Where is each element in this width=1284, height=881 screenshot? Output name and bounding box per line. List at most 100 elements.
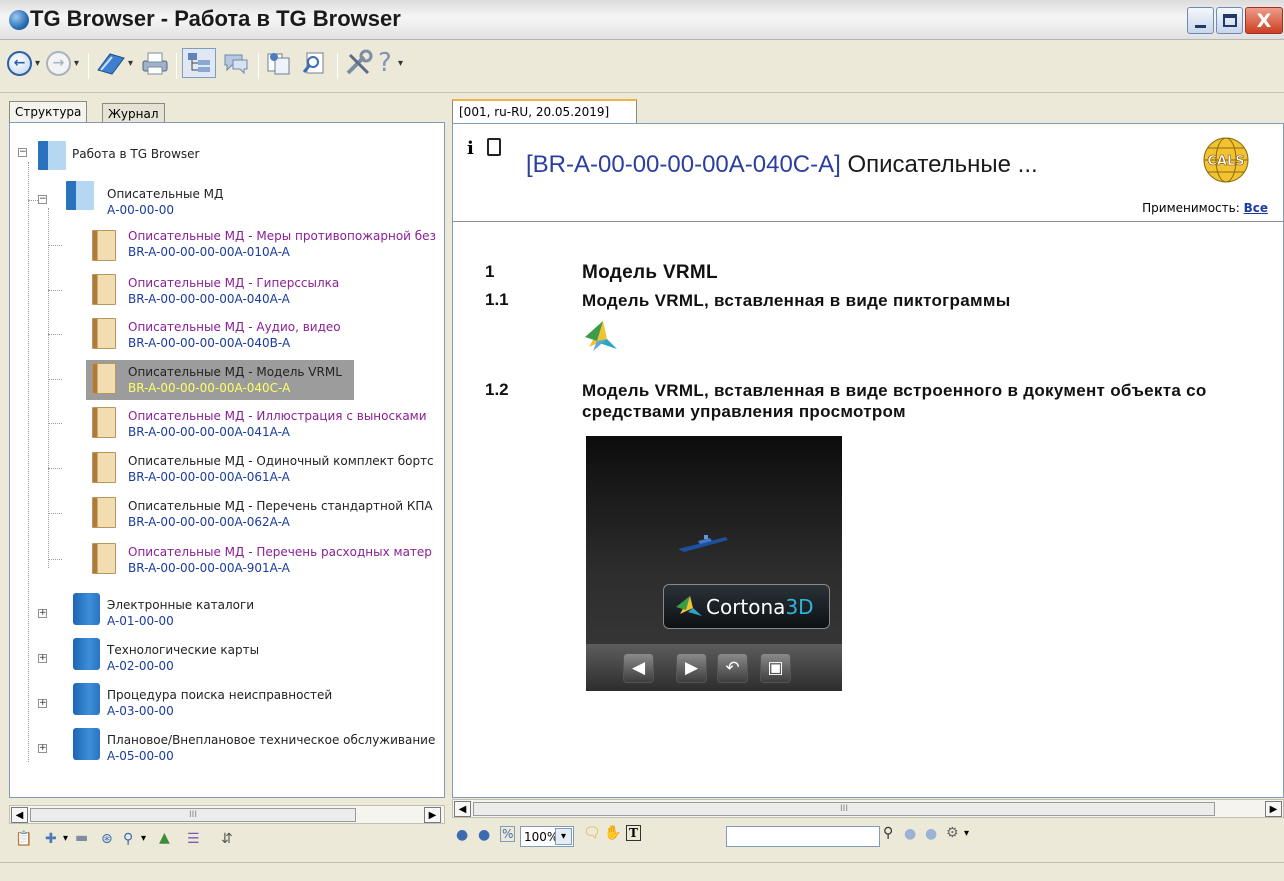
bookmark-dropdown[interactable]: ▾ [128, 48, 133, 78]
settings-button[interactable] [344, 48, 374, 78]
document-tab[interactable]: [001, ru-RU, 20.05.2019] [452, 99, 637, 123]
filter-icon[interactable]: ☰ [187, 831, 200, 847]
zoom-value: 100% [524, 830, 559, 844]
collapse-toggle[interactable]: − [18, 148, 27, 157]
tree-item-label[interactable]: Описательные МД [107, 186, 223, 202]
search-options-icon[interactable]: ⚙ [946, 825, 959, 841]
tree-item-code: BR-A-00-00-00-00A-040A-A [128, 292, 290, 306]
scroll-left-button[interactable]: ◀ [454, 801, 471, 817]
applicability-link[interactable]: Все [1244, 201, 1268, 215]
tree-item-label[interactable]: Описательные МД - Меры противопожарной б… [128, 228, 436, 244]
vrml-viewer[interactable]: Cortona3D ◀ ▶ ↶ ▣ [586, 436, 842, 691]
expand-dropdown[interactable]: ▾ [63, 833, 68, 844]
structure-button[interactable] [182, 48, 216, 78]
search-options-dropdown[interactable]: ▾ [964, 828, 969, 839]
forward-dropdown[interactable]: ▾ [74, 48, 79, 78]
zoom-in-icon[interactable]: ● [478, 827, 490, 843]
tree-item-code: A-02-00-00 [107, 659, 174, 673]
tab-structure[interactable]: Структура [9, 101, 88, 123]
zoom-dropdown-icon[interactable]: ▾ [555, 828, 572, 845]
find-next-icon[interactable]: ● [925, 826, 937, 842]
comment-icon[interactable]: 🗨 [583, 825, 601, 841]
tree-item-label-selected[interactable]: Описательные МД - Модель VRML [128, 364, 342, 380]
tree-item-code: BR-A-00-00-00-00A-010A-A [128, 245, 290, 259]
expand-toggle[interactable]: + [38, 744, 47, 753]
tree-item-label[interactable]: Электронные каталоги [107, 597, 254, 613]
minimize-icon [1195, 25, 1206, 28]
scroll-right-button[interactable]: ▶ [1265, 801, 1282, 817]
sort-icon[interactable]: ⇵ [221, 831, 233, 847]
export-icon[interactable]: ▲ [159, 830, 170, 846]
main-toolbar: ← ▾ → ▾ ▾ ? ▾ [0, 41, 1284, 93]
expand-toggle[interactable]: + [38, 654, 47, 663]
book-icon [97, 53, 125, 75]
scroll-right-button[interactable]: ▶ [424, 807, 441, 823]
next-icon: ▶ [684, 658, 699, 678]
search-input[interactable] [726, 826, 880, 847]
zoom-out-icon[interactable]: ● [456, 827, 468, 843]
globe-icon [9, 10, 29, 30]
expand-toggle[interactable]: + [38, 699, 47, 708]
tree-item-label[interactable]: Работа в TG Browser [72, 146, 199, 162]
maximize-button[interactable] [1216, 7, 1243, 34]
text-select-icon[interactable]: T [626, 825, 641, 841]
tree-item-label[interactable]: Процедура поиска неисправностей [107, 687, 332, 703]
scroll-left-button[interactable]: ◀ [11, 807, 28, 823]
print-button[interactable] [140, 48, 170, 78]
restore-view-button[interactable]: ↶ [717, 653, 748, 683]
scroll-thumb[interactable]: III [30, 808, 356, 822]
bookmark-button[interactable] [96, 48, 126, 78]
collapse-toggle[interactable]: − [38, 195, 47, 204]
find-icon[interactable]: ⊛ [101, 831, 113, 847]
help-button[interactable]: ? [378, 48, 392, 78]
tree-item-label[interactable]: Описательные МД - Перечень стандартной К… [128, 498, 433, 514]
left-horizontal-scrollbar[interactable]: ◀ III ▶ [9, 805, 445, 824]
forward-button[interactable]: → [46, 48, 71, 78]
search-icon[interactable]: ⚲ [123, 831, 133, 847]
tree-item-label[interactable]: Описательные МД - Одиночный комплект бор… [128, 453, 434, 469]
ship-model[interactable] [676, 533, 730, 553]
tab-journal[interactable]: Журнал [102, 103, 165, 123]
tree-item-label[interactable]: Описательные МД - Иллюстрация с выноскам… [128, 408, 427, 424]
back-button[interactable]: ← [7, 48, 32, 78]
right-horizontal-scrollbar[interactable]: ◀ III ▶ [452, 799, 1284, 818]
tree-item-label[interactable]: Описательные МД - Гиперссылка [128, 275, 339, 291]
binoculars-icon[interactable]: ⚲ [883, 825, 893, 841]
minimize-button[interactable] [1187, 7, 1214, 34]
section-heading: Модель VRML [582, 262, 718, 283]
cals-logo-text: CALS [1207, 154, 1244, 169]
find-prev-icon[interactable]: ● [904, 826, 916, 842]
tree-line [48, 290, 62, 291]
tree-line [48, 513, 62, 514]
scroll-thumb[interactable]: III [473, 802, 1215, 816]
fit-view-button[interactable]: ▣ [760, 653, 791, 683]
copy-button[interactable] [265, 48, 293, 78]
expand-all-icon[interactable]: ✚ [45, 831, 57, 847]
back-dropdown[interactable]: ▾ [35, 48, 40, 78]
actual-size-icon[interactable]: % [500, 826, 516, 842]
hand-icon[interactable]: ✋ [604, 825, 621, 841]
tree-item-code: А-00-00-00 [107, 203, 175, 217]
tree-item-label[interactable]: Описательные МД - Аудио, видео [128, 319, 341, 335]
document-icon [92, 363, 116, 394]
zoom-select[interactable]: 100% ▾ [520, 826, 574, 847]
document-properties-icon[interactable] [487, 138, 501, 156]
settings-icon [346, 49, 373, 75]
document-icon [92, 230, 116, 261]
find-doc-button[interactable] [301, 48, 329, 78]
title-bar[interactable]: TG Browser - Работа в TG Browser X [0, 0, 1284, 40]
collapse-all-icon[interactable]: ▬ [75, 830, 88, 846]
search-dropdown[interactable]: ▾ [141, 833, 146, 844]
clipboard-icon[interactable]: 📋 [15, 831, 32, 847]
comments-button[interactable] [222, 48, 250, 78]
vrml-model-icon[interactable] [583, 319, 619, 353]
close-button[interactable]: X [1245, 7, 1283, 34]
tree-item-label[interactable]: Технологические карты [107, 642, 259, 658]
expand-toggle[interactable]: + [38, 609, 47, 618]
prev-view-button[interactable]: ◀ [623, 653, 654, 683]
tree-item-label[interactable]: Описательные МД - Перечень расходных мат… [128, 544, 432, 560]
tree-item-label[interactable]: Плановое/Внеплановое техническое обслужи… [107, 732, 435, 748]
help-dropdown[interactable]: ▾ [398, 48, 403, 78]
next-view-button[interactable]: ▶ [676, 653, 707, 683]
info-icon[interactable]: i [467, 138, 474, 159]
